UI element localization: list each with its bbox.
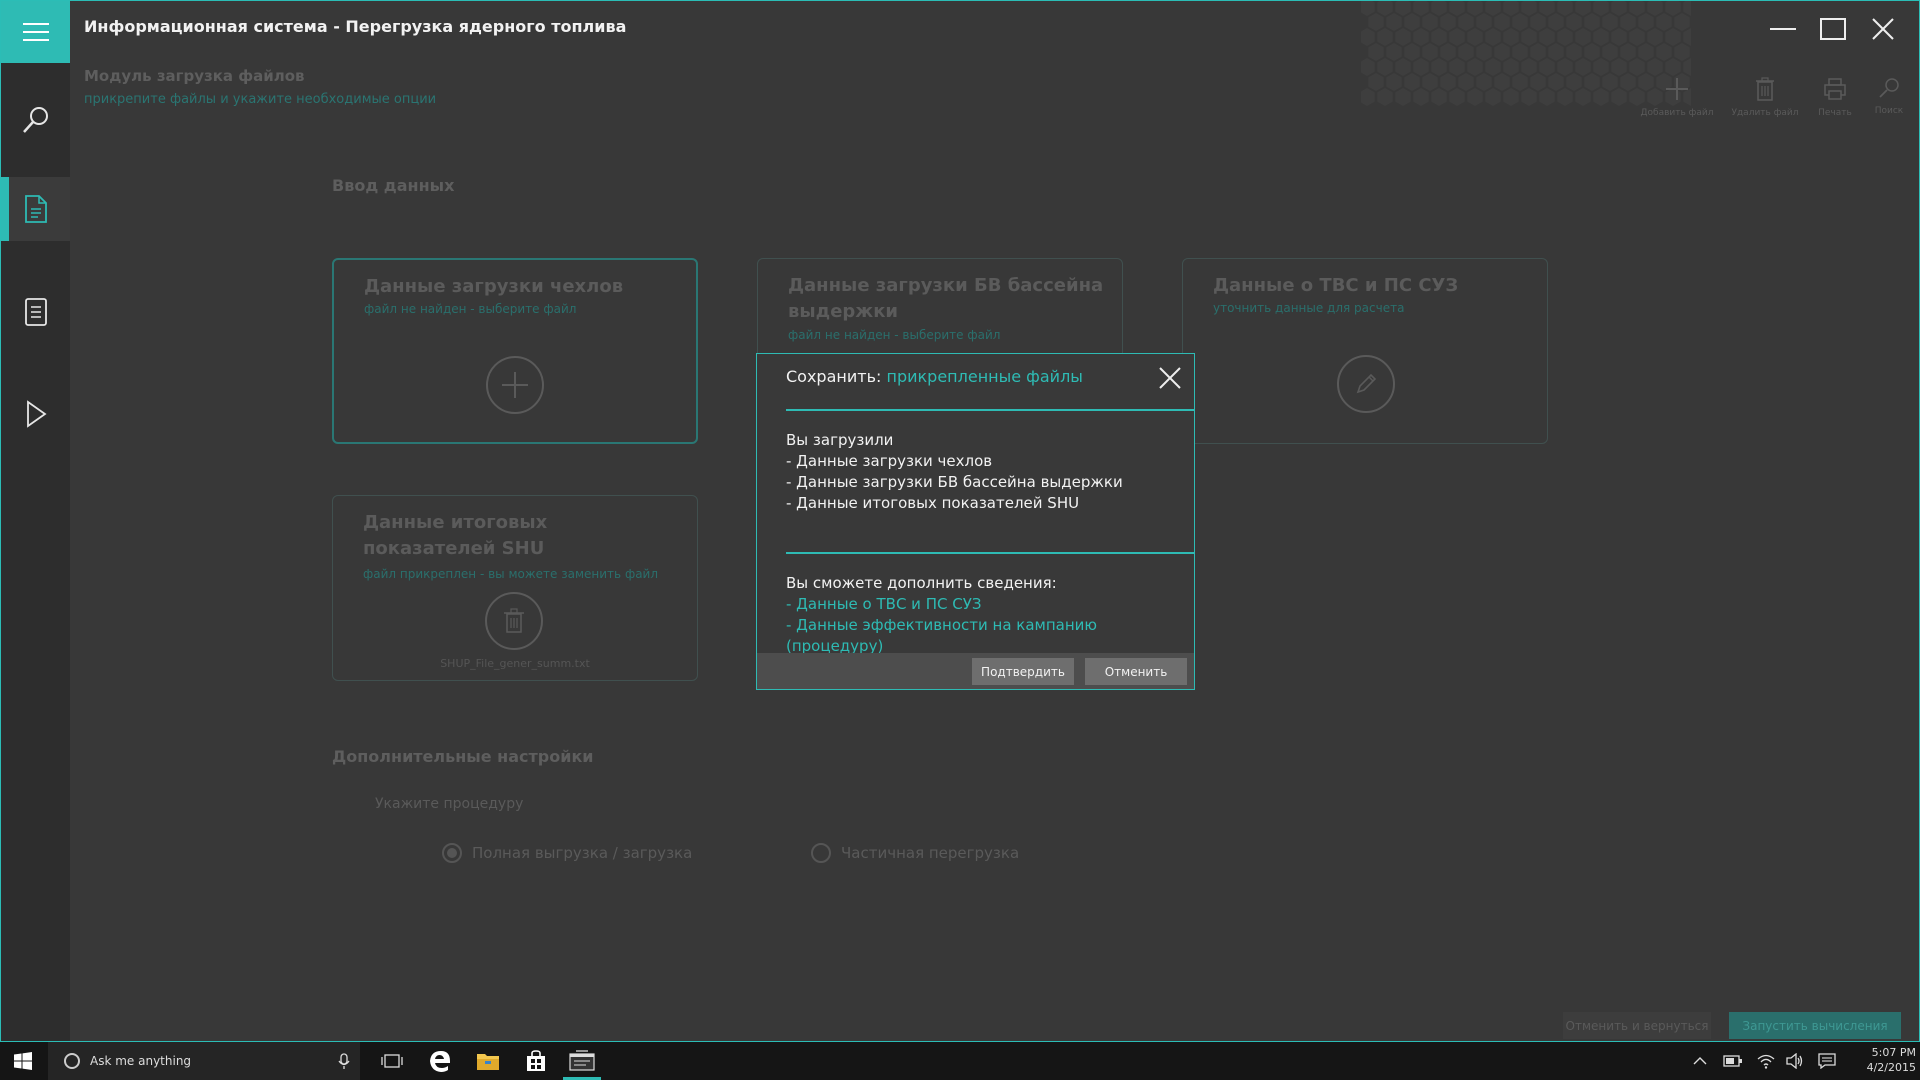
- file-explorer-icon: [477, 1054, 499, 1070]
- edge-browser-icon: [430, 1051, 450, 1072]
- windows-logo-icon: [14, 1052, 32, 1070]
- app-window: Информационная система - Перегрузка ядер…: [0, 0, 1920, 1042]
- tray-overflow-button[interactable]: [1685, 1042, 1715, 1080]
- cortana-placeholder: Ask me anything: [90, 1054, 192, 1068]
- dialog-title-accent: прикрепленные файлы: [886, 367, 1083, 386]
- app-window-icon: [569, 1050, 595, 1071]
- dialog-footer: Подтвердить Отменить: [757, 653, 1194, 689]
- list-document-icon: [24, 298, 47, 326]
- dialog-title-prefix: Сохранить:: [786, 367, 882, 386]
- battery-icon: [1723, 1055, 1742, 1067]
- document-icon: [24, 195, 47, 223]
- dialog-separator: [786, 552, 1194, 554]
- cortana-search-box[interactable]: Ask me anything: [48, 1042, 360, 1080]
- wifi-icon: [1757, 1054, 1775, 1069]
- taskbar-store-button[interactable]: [513, 1042, 559, 1080]
- play-icon: [26, 400, 47, 428]
- hamburger-menu-button[interactable]: [1, 1, 70, 63]
- nav-files-button[interactable]: [1, 177, 70, 241]
- task-view-icon: [381, 1054, 403, 1068]
- taskbar-clock[interactable]: 5:07 PM 4/2/2015: [1838, 1045, 1916, 1075]
- dialog-close-button[interactable]: [1155, 363, 1185, 393]
- clock-date: 4/2/2015: [1866, 1061, 1916, 1074]
- uploaded-list: Вы загрузили - Данные загрузки чехлов - …: [786, 430, 1123, 514]
- extra-link-efficiency[interactable]: - Данные эффективности на кампанию (проц…: [786, 615, 1194, 657]
- nav-run-button[interactable]: [1, 382, 70, 446]
- notification-icon: [1818, 1053, 1836, 1069]
- store-bag-icon: [527, 1050, 545, 1071]
- taskbar: Ask me anything 5:07 PM 4/2/2015: [0, 1042, 1920, 1080]
- uploaded-item: - Данные загрузки чехлов: [786, 452, 993, 470]
- microphone-icon[interactable]: [338, 1053, 350, 1070]
- clock-time: 5:07 PM: [1871, 1046, 1916, 1059]
- extra-info-list: Вы сможете дополнить сведения: - Данные …: [786, 573, 1194, 657]
- cancel-button[interactable]: Отменить: [1085, 658, 1187, 685]
- dialog-title: Сохранить: прикрепленные файлы: [786, 367, 1083, 386]
- confirm-button[interactable]: Подтвердить: [972, 658, 1074, 685]
- search-icon: [22, 107, 48, 133]
- uploaded-heading: Вы загрузили: [786, 431, 894, 449]
- cortana-circle-icon: [64, 1053, 80, 1069]
- nav-list-button[interactable]: [1, 280, 70, 344]
- tray-network-button[interactable]: [1751, 1042, 1781, 1080]
- extra-link-tvs[interactable]: - Данные о ТВС и ПС СУЗ: [786, 594, 1194, 615]
- taskbar-edge-button[interactable]: [417, 1042, 463, 1080]
- task-view-button[interactable]: [369, 1042, 415, 1080]
- uploaded-item: - Данные итоговых показателей SHU: [786, 494, 1080, 512]
- taskbar-explorer-button[interactable]: [465, 1042, 511, 1080]
- chevron-up-icon: [1693, 1057, 1707, 1065]
- dialog-separator: [786, 409, 1194, 411]
- tray-battery-button[interactable]: [1718, 1042, 1748, 1080]
- left-nav-bar: [1, 1, 70, 1041]
- nav-search-button[interactable]: [1, 88, 70, 152]
- start-button[interactable]: [0, 1042, 46, 1080]
- hamburger-icon: [22, 23, 49, 41]
- close-icon: [1159, 367, 1181, 389]
- tray-volume-button[interactable]: [1780, 1042, 1810, 1080]
- taskbar-app-button[interactable]: [559, 1042, 605, 1080]
- uploaded-item: - Данные загрузки БВ бассейна выдержки: [786, 473, 1123, 491]
- extra-heading: Вы сможете дополнить сведения:: [786, 574, 1057, 592]
- speaker-icon: [1786, 1053, 1803, 1069]
- save-dialog: Сохранить: прикрепленные файлы Вы загруз…: [756, 353, 1195, 690]
